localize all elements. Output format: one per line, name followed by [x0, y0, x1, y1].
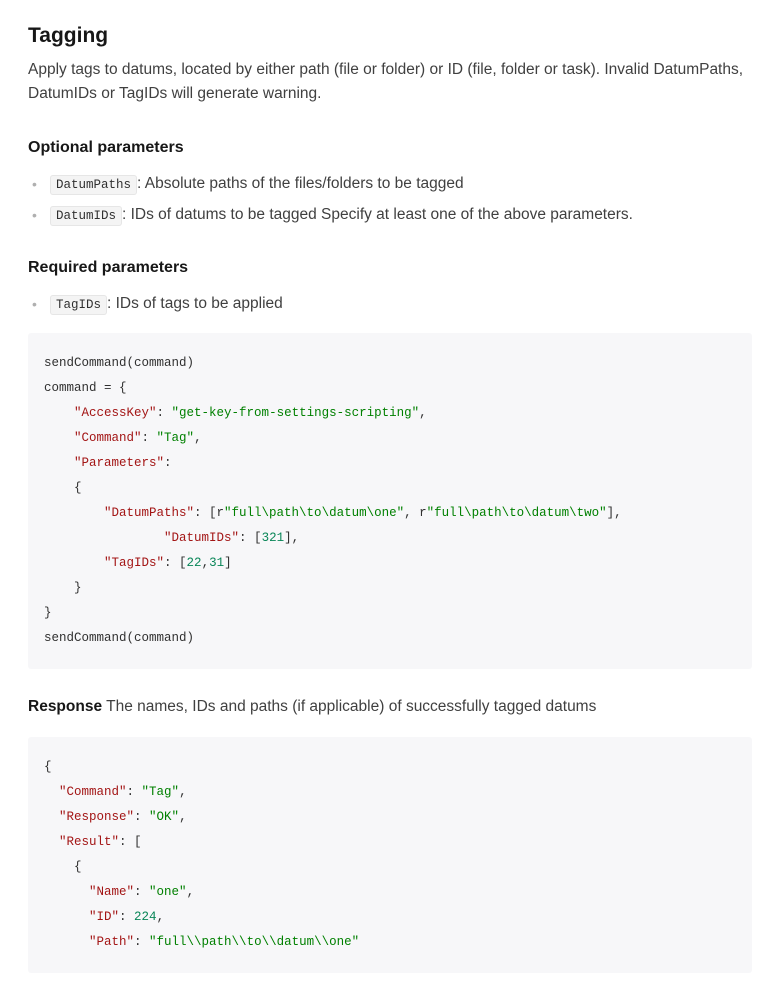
section-lead: Apply tags to datums, located by either …: [28, 58, 752, 106]
optional-params-list: DatumPaths: Absolute paths of the files/…: [28, 172, 752, 227]
response-line: Response The names, IDs and paths (if ap…: [28, 695, 752, 718]
code-block-request[interactable]: sendCommand(command) command = { "Access…: [28, 333, 752, 669]
optional-params-heading: Optional parameters: [28, 136, 752, 160]
list-item: TagIDs: IDs of tags to be applied: [28, 292, 752, 315]
section-heading: Tagging: [28, 20, 752, 52]
list-item: DatumIDs: IDs of datums to be tagged Spe…: [28, 203, 752, 226]
list-item: DatumPaths: Absolute paths of the files/…: [28, 172, 752, 195]
response-text: The names, IDs and paths (if applicable)…: [102, 698, 596, 715]
required-params-heading: Required parameters: [28, 256, 752, 280]
code-block-response[interactable]: { "Command": "Tag", "Response": "OK", "R…: [28, 737, 752, 973]
param-desc: : IDs of tags to be applied: [107, 295, 283, 312]
required-params-list: TagIDs: IDs of tags to be applied: [28, 292, 752, 315]
param-desc: : IDs of datums to be tagged Specify at …: [122, 206, 633, 223]
param-code: DatumPaths: [50, 175, 137, 195]
param-code: TagIDs: [50, 295, 107, 315]
param-code: DatumIDs: [50, 206, 122, 226]
param-desc: : Absolute paths of the files/folders to…: [137, 175, 464, 192]
response-label: Response: [28, 698, 102, 715]
